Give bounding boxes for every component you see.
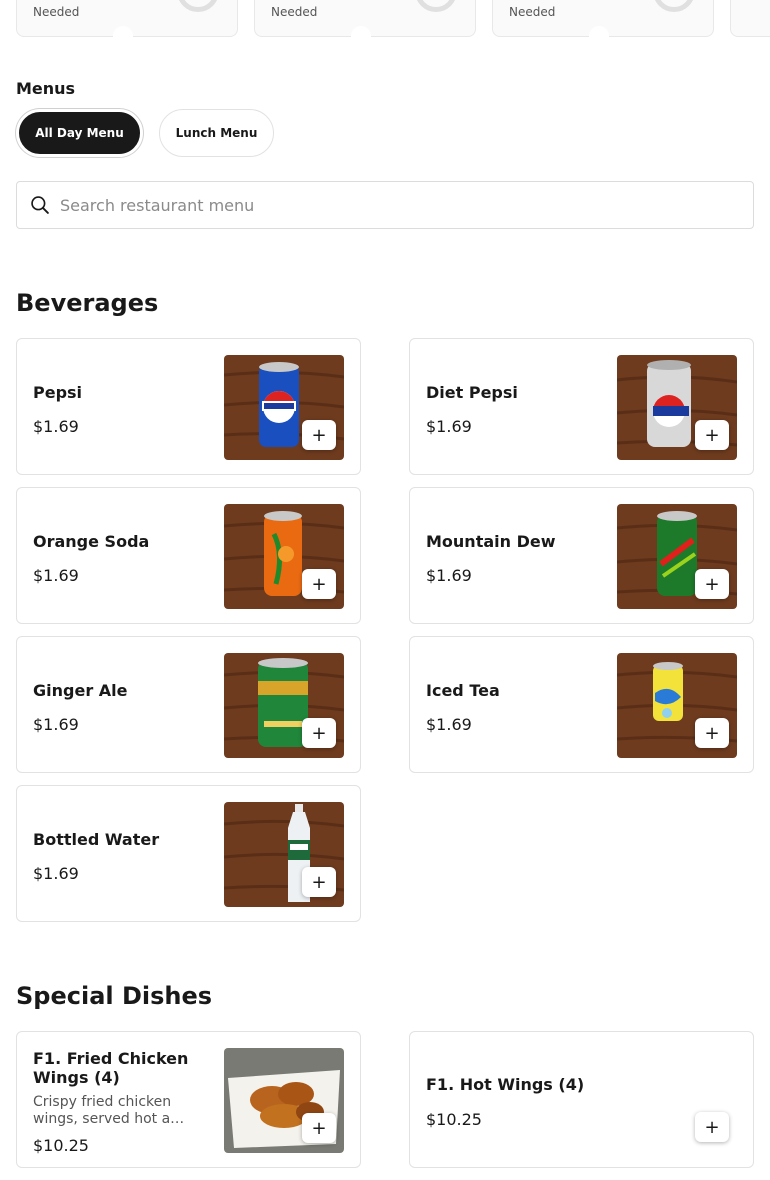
- menu-tab-lunch[interactable]: Lunch Menu: [159, 109, 274, 157]
- progress-ring-icon: [653, 0, 695, 12]
- item-price: $1.69: [33, 566, 79, 585]
- menu-item-card[interactable]: Ginger Ale $1.69 +: [16, 636, 361, 773]
- offer-label: Needed: [509, 5, 556, 19]
- menu-search-bar: [16, 181, 754, 229]
- search-icon: [31, 196, 49, 214]
- item-image: +: [617, 653, 737, 758]
- item-price: $10.25: [426, 1110, 482, 1129]
- item-name: F1. Fried Chicken Wings (4): [33, 1049, 189, 1087]
- menus-heading: Menus: [16, 79, 76, 98]
- menu-item-card[interactable]: Iced Tea $1.69 +: [409, 636, 754, 773]
- offer-label: Needed: [33, 5, 80, 19]
- item-name: Bottled Water: [33, 830, 160, 849]
- menu-item-card[interactable]: F1. Hot Wings (4) $10.25 +: [409, 1031, 754, 1168]
- offers-carousel: Needed Needed Needed: [16, 0, 770, 37]
- item-description: Crispy fried chicken wings, served hot a…: [33, 1094, 185, 1127]
- add-to-cart-button[interactable]: +: [695, 569, 729, 599]
- item-name: Mountain Dew: [426, 532, 556, 551]
- item-image: +: [224, 802, 344, 907]
- offer-label: Needed: [271, 5, 318, 19]
- item-image: +: [224, 355, 344, 460]
- item-name: Ginger Ale: [33, 681, 128, 700]
- add-to-cart-button[interactable]: +: [695, 718, 729, 748]
- item-price: $1.69: [33, 864, 79, 883]
- add-to-cart-button[interactable]: +: [302, 718, 336, 748]
- item-image: +: [617, 355, 737, 460]
- menu-item-card[interactable]: Bottled Water $1.69 +: [16, 785, 361, 922]
- add-to-cart-button[interactable]: +: [302, 569, 336, 599]
- offer-card[interactable]: [730, 0, 770, 37]
- section-title-beverages: Beverages: [16, 289, 159, 317]
- search-input[interactable]: [60, 195, 753, 215]
- item-name: F1. Hot Wings (4): [426, 1075, 585, 1094]
- carousel-dot: [351, 26, 371, 37]
- item-image: +: [224, 1048, 344, 1153]
- item-price: $1.69: [426, 715, 472, 734]
- section-title-special-dishes: Special Dishes: [16, 982, 213, 1010]
- offer-card[interactable]: Needed: [254, 0, 476, 37]
- item-price: $10.25: [33, 1136, 89, 1155]
- menu-item-card[interactable]: Diet Pepsi $1.69 +: [409, 338, 754, 475]
- menu-item-card[interactable]: Mountain Dew $1.69 +: [409, 487, 754, 624]
- carousel-dot: [113, 26, 133, 37]
- item-image: +: [224, 504, 344, 609]
- item-image: +: [617, 504, 737, 609]
- offer-card[interactable]: Needed: [492, 0, 714, 37]
- add-to-cart-button[interactable]: +: [302, 1113, 336, 1143]
- item-name: Orange Soda: [33, 532, 150, 551]
- item-name: Diet Pepsi: [426, 383, 518, 402]
- item-name: Pepsi: [33, 383, 83, 402]
- add-to-cart-button[interactable]: +: [695, 1112, 729, 1142]
- add-to-cart-button[interactable]: +: [302, 420, 336, 450]
- progress-ring-icon: [415, 0, 457, 12]
- item-price: $1.69: [426, 566, 472, 585]
- menu-item-card[interactable]: Pepsi $1.69 +: [16, 338, 361, 475]
- progress-ring-icon: [177, 0, 219, 12]
- offer-card[interactable]: Needed: [16, 0, 238, 37]
- menu-item-card[interactable]: F1. Fried Chicken Wings (4) Crispy fried…: [16, 1031, 361, 1168]
- item-price: $1.69: [33, 715, 79, 734]
- menu-tab-all-day[interactable]: All Day Menu: [16, 109, 143, 157]
- menu-item-card[interactable]: Orange Soda $1.69 +: [16, 487, 361, 624]
- add-to-cart-button[interactable]: +: [695, 420, 729, 450]
- item-price: $1.69: [426, 417, 472, 436]
- item-name: Iced Tea: [426, 681, 500, 700]
- item-image: +: [224, 653, 344, 758]
- item-price: $1.69: [33, 417, 79, 436]
- add-to-cart-button[interactable]: +: [302, 867, 336, 897]
- carousel-dot: [589, 26, 609, 37]
